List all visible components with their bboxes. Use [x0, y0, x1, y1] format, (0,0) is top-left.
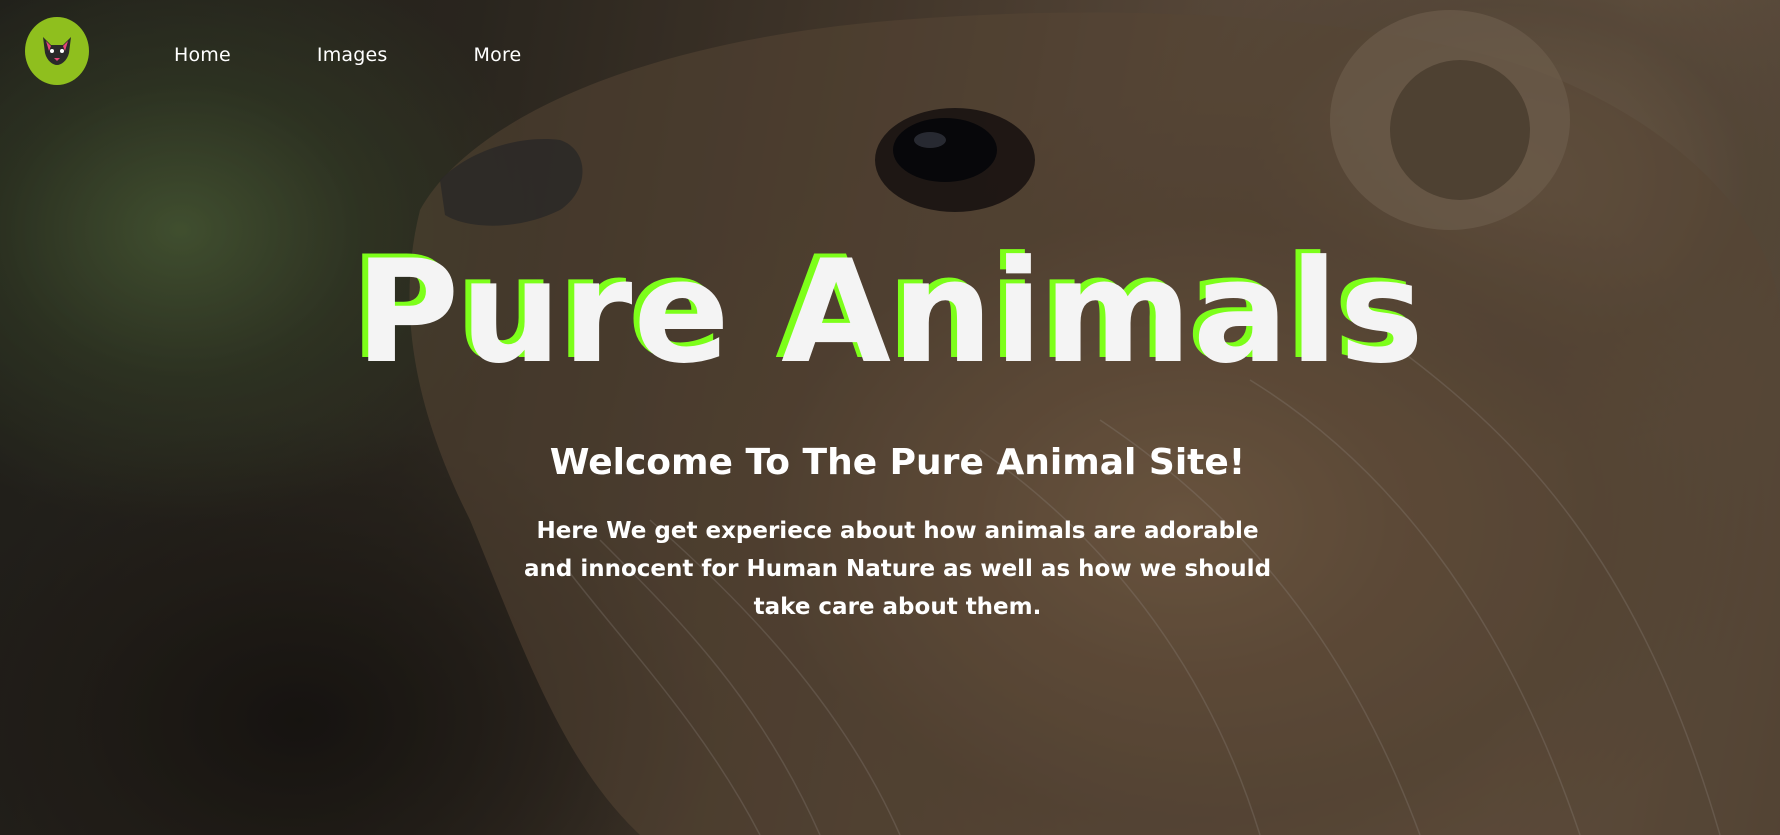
hero-subtitle: Welcome To The Pure Animal Site!: [549, 442, 1246, 483]
nav-links: Home Images More: [174, 44, 607, 66]
nav-link-images[interactable]: Images: [317, 44, 388, 66]
hero-title: Pure Animals: [355, 230, 1425, 395]
hero-description: Here We get experiece about how animals …: [523, 518, 1272, 620]
hero-dark-overlay: [0, 0, 1780, 835]
nav-link-more[interactable]: More: [474, 44, 522, 66]
logo[interactable]: [25, 17, 89, 85]
page: Home Images More Pure Animals Welcome To…: [0, 0, 1780, 835]
nav-link-home[interactable]: Home: [174, 44, 231, 66]
top-nav: Home Images More: [0, 0, 1780, 100]
fox-logo-icon: [43, 37, 71, 65]
